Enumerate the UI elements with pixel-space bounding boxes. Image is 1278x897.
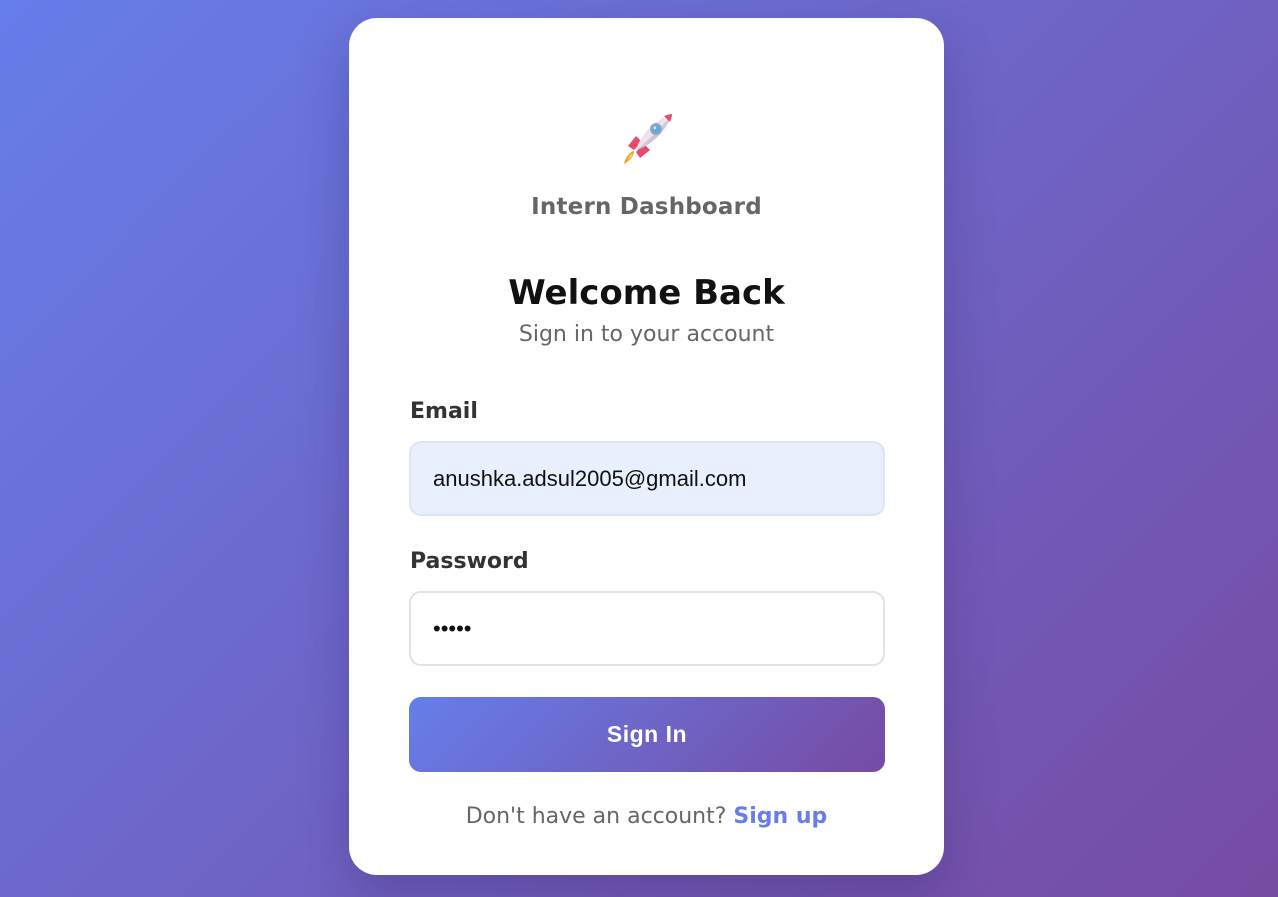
sign-in-button[interactable]: Sign In xyxy=(409,697,885,772)
signup-prompt: Don't have an account? Sign up xyxy=(349,804,944,829)
rocket-icon xyxy=(623,114,672,164)
signup-prompt-text: Don't have an account? xyxy=(465,804,734,829)
login-card: Intern Dashboard Welcome Back Sign in to… xyxy=(349,18,944,875)
page-subtitle: Sign in to your account xyxy=(518,322,775,347)
email-field[interactable] xyxy=(409,441,885,516)
password-label: Password xyxy=(410,549,529,574)
email-label: Email xyxy=(410,399,478,424)
brand-name: Intern Dashboard xyxy=(531,194,762,220)
password-field[interactable] xyxy=(409,591,885,666)
sign-up-link[interactable]: Sign up xyxy=(733,804,827,829)
logo xyxy=(349,106,944,172)
page-title: Welcome Back xyxy=(508,273,785,313)
